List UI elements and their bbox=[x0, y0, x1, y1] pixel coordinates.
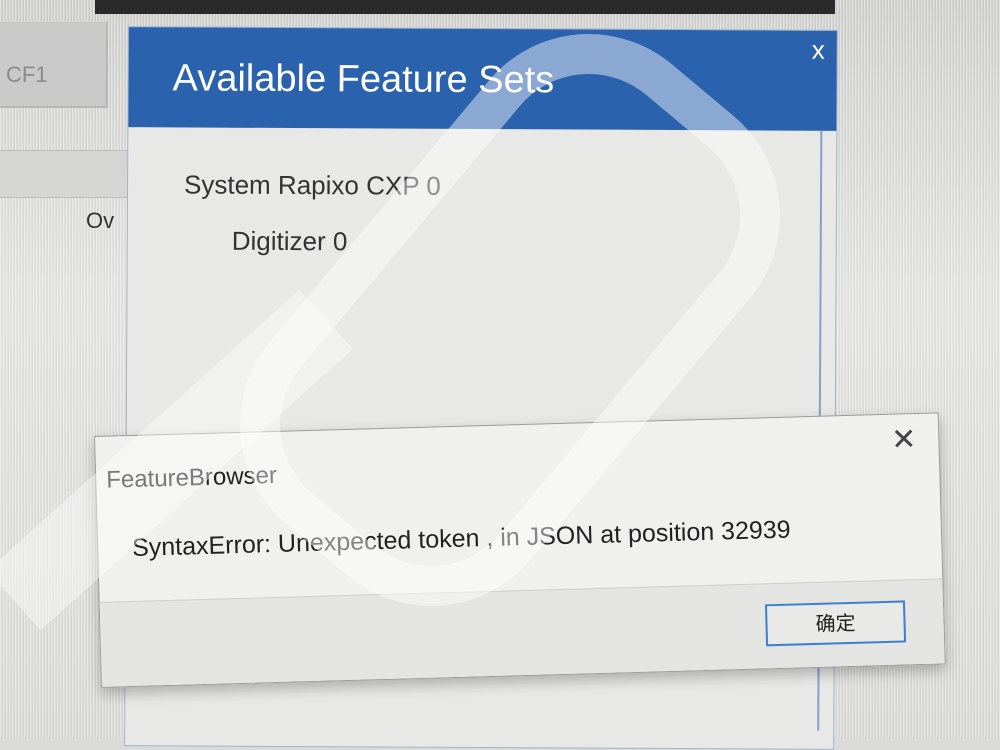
error-dialog: FeatureBrowser ✕ SyntaxError: Unexpected… bbox=[94, 412, 946, 688]
feature-set-digitizer: Digitizer 0 bbox=[231, 225, 348, 257]
ok-button[interactable]: 确定 bbox=[764, 600, 907, 647]
feature-sets-title: Available Feature Sets bbox=[172, 57, 555, 102]
error-message: SyntaxError: Unexpected token , in JSON … bbox=[131, 515, 791, 562]
feature-sets-header: Available Feature Sets x bbox=[128, 27, 837, 131]
background-app-tab[interactable]: CF1 bbox=[0, 22, 108, 108]
background-app-label: Ov bbox=[86, 208, 115, 233]
monitor-bezel bbox=[95, 0, 835, 14]
dialog-close-icon[interactable]: ✕ bbox=[891, 422, 917, 458]
close-icon[interactable]: x bbox=[812, 35, 825, 66]
background-app-tab-label: CF1 bbox=[6, 62, 48, 87]
background-app-row bbox=[0, 150, 130, 198]
dialog-title: FeatureBrowser bbox=[105, 461, 278, 494]
feature-set-system: System Rapixo CXP 0 bbox=[183, 169, 441, 201]
